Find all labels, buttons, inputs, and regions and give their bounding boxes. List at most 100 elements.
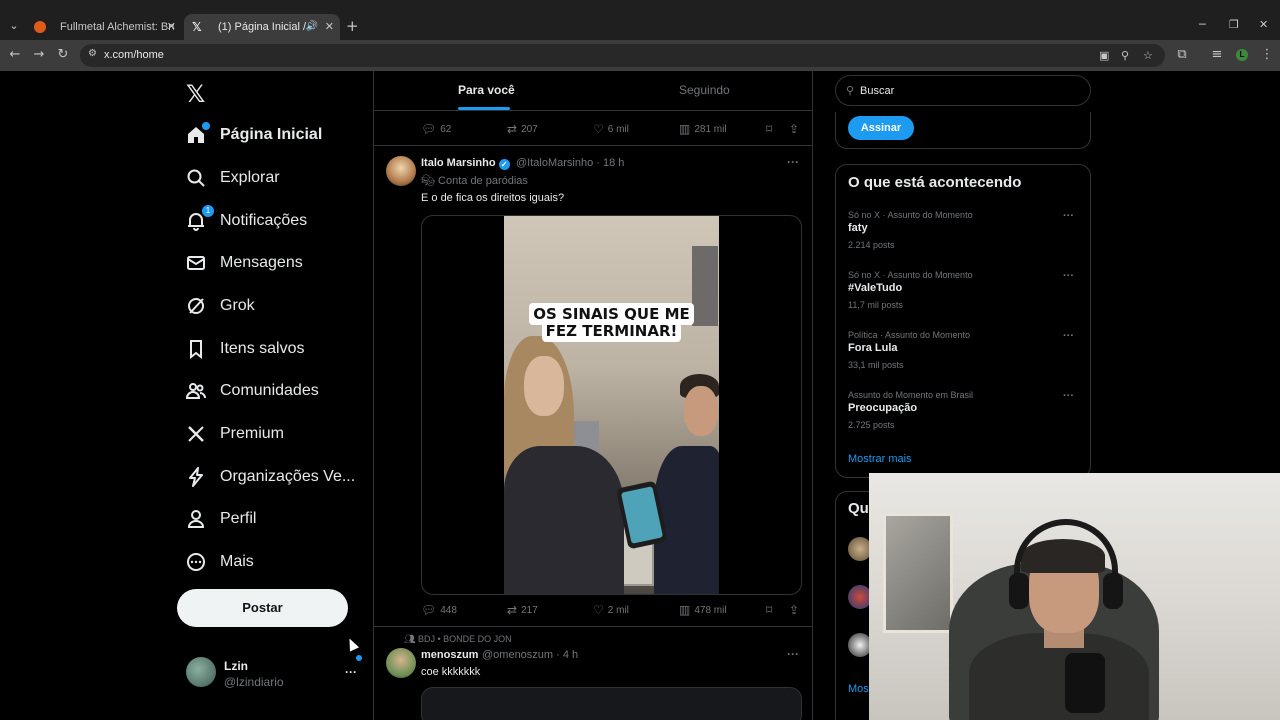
trend-count: 33,1 mil posts	[848, 360, 904, 370]
site-info-icon[interactable]: ⚙	[88, 48, 97, 59]
more-icon[interactable]: ···	[1063, 390, 1074, 402]
divider	[374, 626, 812, 627]
minimize-icon[interactable]: ─	[1199, 18, 1206, 31]
tab-for-you[interactable]: Para você	[458, 83, 515, 97]
trend-count: 2.214 posts	[848, 240, 895, 250]
tab-following[interactable]: Seguindo	[679, 83, 730, 97]
nav-premium[interactable]: Premium	[186, 419, 284, 449]
microphone-icon	[1065, 653, 1105, 713]
tweet-author-name[interactable]: menoszum	[421, 649, 478, 661]
zoom-icon[interactable]: ⚲	[1121, 49, 1129, 62]
account-switcher[interactable]: Lzin @lzindiario ···	[186, 655, 362, 691]
more-icon[interactable]: ···	[1063, 330, 1074, 342]
more-icon[interactable]: ···	[345, 665, 357, 679]
avatar[interactable]	[386, 156, 416, 186]
nav-label: Itens salvos	[220, 340, 305, 357]
nav-explore[interactable]: Explorar	[186, 163, 280, 193]
trend-item[interactable]: Só no X · Assunto do Momento #ValeTudo 1…	[848, 270, 1080, 320]
reply-button[interactable]: 💬︎ 62	[421, 122, 451, 136]
more-icon[interactable]: ···	[1063, 270, 1074, 282]
back-icon[interactable]: ←	[6, 46, 24, 64]
nav-more[interactable]: Mais	[186, 547, 254, 577]
repost-button[interactable]: ⇄ 207	[507, 122, 538, 136]
nav-label: Perfil	[220, 510, 257, 527]
bookmark-star-icon[interactable]: ☆	[1143, 49, 1153, 62]
nav-notifications[interactable]: 1 Notificações	[186, 205, 307, 236]
nav-bookmarks[interactable]: Itens salvos	[186, 334, 304, 364]
browser-profile-avatar[interactable]: L	[1236, 49, 1248, 61]
close-tab-icon[interactable]: ✕	[167, 14, 176, 40]
trend-name: Preocupação	[848, 402, 918, 414]
community-context-text: BDJ • BONDE DO JON	[417, 634, 512, 644]
trend-item[interactable]: Assunto do Momento em Brasil Preocupação…	[848, 390, 1080, 440]
extensions-icon[interactable]: ⧉	[1173, 46, 1191, 64]
nav-messages[interactable]: Mensagens	[186, 248, 303, 278]
trend-item[interactable]: Só no X · Assunto do Momento faty 2.214 …	[848, 210, 1080, 260]
community-context[interactable]: 👥︎ BDJ • BONDE DO JON	[404, 634, 512, 645]
tweet-author-handle[interactable]: @omenoszum · 4 h	[482, 649, 578, 661]
new-tab-icon[interactable]: +	[346, 18, 359, 34]
share-icon: ⇪	[789, 603, 800, 617]
views-button[interactable]: ▥ 281 mil	[679, 122, 727, 136]
reload-icon[interactable]: ↻	[54, 46, 72, 64]
close-window-icon[interactable]: ✕	[1259, 18, 1268, 31]
media-control-icon[interactable]: ≡	[1208, 46, 1226, 64]
tweet-video[interactable]: OS SINAIS QUE ME FEZ TERMINAR!	[421, 215, 802, 595]
x-logo-icon[interactable]: 𝕏	[186, 80, 205, 108]
views-button[interactable]: ▥ 478 mil	[679, 603, 727, 617]
more-icon[interactable]: ···	[1063, 210, 1074, 222]
nav-label: Grok	[220, 297, 255, 314]
post-button[interactable]: Postar	[177, 589, 348, 627]
nav-label: Página Inicial	[220, 126, 323, 143]
trend-name: Fora Lula	[848, 342, 898, 354]
repost-button[interactable]: ⇄ 217	[507, 603, 538, 617]
tweet-media-preview[interactable]	[421, 687, 802, 720]
search-input[interactable]: ⚲ Buscar	[835, 75, 1091, 106]
show-more-link[interactable]: Mostrar mais	[848, 453, 912, 465]
like-button[interactable]: ♡ 6 mil	[593, 122, 629, 136]
tab-x-home[interactable]: 𝕏 (1) Página Inicial / X 🔊 ✕	[184, 14, 340, 40]
avatar[interactable]	[386, 648, 416, 678]
divider	[374, 145, 812, 146]
address-bar[interactable]: ⚙ x.com/home ▣ ⚲ ☆	[80, 44, 1165, 67]
tweet-more-icon[interactable]: ···	[787, 155, 799, 169]
reply-count: 62	[440, 123, 452, 135]
nav-grok[interactable]: Grok	[186, 291, 255, 321]
speaker-icon[interactable]: 🔊	[306, 14, 318, 40]
forward-icon[interactable]: →	[30, 46, 48, 64]
browser-menu-icon[interactable]: ⋮	[1258, 46, 1276, 64]
bookmark-icon	[186, 339, 206, 360]
trend-count: 11,7 mil posts	[848, 300, 903, 310]
tweet-author-name[interactable]: Italo Marsinho ✓	[421, 157, 510, 170]
install-app-icon[interactable]: ▣	[1099, 49, 1109, 62]
bookmark-button[interactable]: ⌑	[766, 603, 776, 617]
notification-count-badge: 1	[202, 205, 214, 217]
nav-home[interactable]: Página Inicial	[186, 120, 322, 150]
like-count: 2 mil	[607, 604, 629, 616]
nav-label: Mensagens	[220, 254, 303, 271]
share-button[interactable]: ⇪	[789, 603, 803, 617]
trend-name: #ValeTudo	[848, 282, 903, 294]
nav-profile[interactable]: Perfil	[186, 504, 256, 534]
share-button[interactable]: ⇪	[789, 122, 803, 136]
tweet-author-handle[interactable]: @ItaloMarsinho · 18 h	[516, 157, 624, 169]
close-tab-icon[interactable]: ✕	[325, 14, 334, 40]
timeline: Para você Seguindo 💬︎ 62 ⇄ 207 ♡ 6 mil ▥ 281…	[373, 71, 813, 720]
tweet-text: coe kkkkkkk	[421, 666, 481, 678]
tweet-more-icon[interactable]: ···	[787, 647, 799, 661]
nav-verified-orgs[interactable]: Organizações Ve...	[186, 462, 355, 492]
bookmark-icon: ⌑	[766, 122, 773, 136]
restore-icon[interactable]: ❐	[1229, 18, 1239, 31]
reply-button[interactable]: 💬︎ 448	[421, 603, 457, 617]
trend-item[interactable]: Política · Assunto do Momento Fora Lula …	[848, 330, 1080, 380]
tab-fullmetal[interactable]: Fullmetal Alchemist: Brotherhood ✕	[26, 14, 182, 40]
handle-text: @omenoszum	[482, 649, 554, 661]
parody-label: 🎭︎ Conta de paródias	[421, 174, 528, 187]
subscribe-button[interactable]: Assinar	[848, 116, 914, 140]
tab-search-icon[interactable]: ⌄	[6, 18, 22, 34]
bookmark-button[interactable]: ⌑	[766, 122, 776, 136]
nav-label: Comunidades	[220, 382, 319, 399]
nav-communities[interactable]: Comunidades	[185, 376, 319, 406]
like-button[interactable]: ♡ 2 mil	[593, 603, 629, 617]
show-more-link[interactable]: Mos	[848, 683, 870, 695]
